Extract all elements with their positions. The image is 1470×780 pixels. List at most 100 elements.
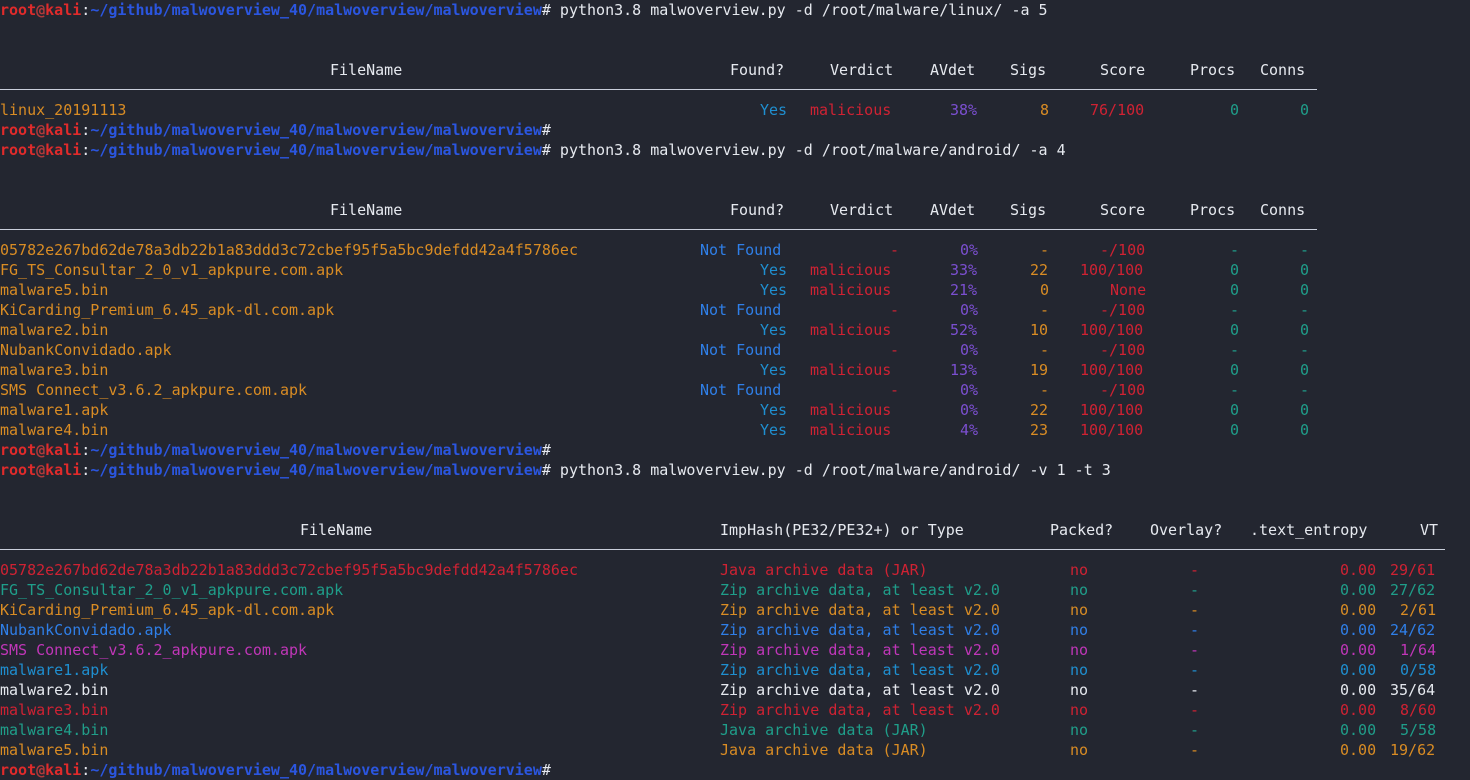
- prompt-path: ~/github/malwoverview_40/malwoverview/ma…: [90, 141, 542, 159]
- table1-header-row: FileName Found? Verdict AVdet Sigs Score Procs…: [0, 60, 1470, 80]
- cell-found: Not Found: [700, 381, 782, 399]
- table3-header-row: FileName ImpHash(PE32/PE32+) or Type Packe…: [0, 520, 1470, 540]
- cell-overlay: -: [1190, 641, 1200, 659]
- cell-avdet: 0%: [960, 381, 979, 399]
- cell-overlay: -: [1190, 581, 1200, 599]
- cell-overlay: -: [1190, 621, 1200, 639]
- command-text[interactable]: python3.8 malwoverview.py -d /root/malwa…: [551, 1, 1048, 19]
- table3-row: malware3.bin Zip archive data, at least v…: [0, 700, 1470, 720]
- cell-entropy: 0.00: [1340, 681, 1377, 699]
- cell-filename: linux_20191113: [0, 101, 127, 119]
- cell-filename: KiCarding_Premium_6.45_apk-dl.com.apk: [0, 301, 335, 319]
- table2-row: FG_TS_Consultar_2_0_v1_apkpure.com.apk Ye…: [0, 260, 1470, 280]
- cell-imphash: Zip archive data, at least v2.0: [720, 701, 1000, 719]
- command-text[interactable]: python3.8 malwoverview.py -d /root/malwa…: [551, 141, 1066, 159]
- table1-row: linux_20191113 Yes malicious 38% 8 76/100 0 0: [0, 100, 1470, 120]
- cell-avdet: 13%: [950, 361, 978, 379]
- header-found: Found?: [730, 201, 785, 219]
- cell-avdet: 0%: [960, 401, 979, 419]
- header-procs: Procs: [1190, 201, 1236, 219]
- prompt-colon: :: [81, 1, 91, 19]
- cell-verdict: malicious: [810, 421, 892, 439]
- header-filename: FileName: [330, 61, 403, 79]
- prompt-path: ~/github/malwoverview_40/malwoverview/ma…: [90, 121, 542, 139]
- cell-filename: malware1.apk: [0, 401, 109, 419]
- cell-imphash: Zip archive data, at least v2.0: [720, 681, 1000, 699]
- cell-found: Yes: [760, 281, 788, 299]
- cell-procs: 0: [1230, 361, 1240, 379]
- prompt-at-icon: @: [36, 121, 46, 139]
- header-filename: FileName: [330, 201, 403, 219]
- table3-separator: [0, 540, 1470, 560]
- prompt-host: kali: [45, 141, 82, 159]
- cell-procs: 0: [1230, 261, 1240, 279]
- cell-found: Yes: [760, 261, 788, 279]
- cell-conns: 0: [1300, 421, 1310, 439]
- cell-found: Yes: [760, 421, 788, 439]
- table3-row: malware2.bin Zip archive data, at least v…: [0, 680, 1470, 700]
- prompt-hash: #: [541, 761, 551, 779]
- cell-sigs: -: [1040, 341, 1050, 359]
- cell-entropy: 0.00: [1340, 641, 1377, 659]
- cell-imphash: Java archive data (JAR): [720, 561, 928, 579]
- prompt-line-idle-2: root@kali:~/github/malwoverview_40/malwo…: [0, 440, 1470, 460]
- cell-conns: -: [1300, 301, 1310, 319]
- cell-imphash: Zip archive data, at least v2.0: [720, 641, 1000, 659]
- terminal-window[interactable]: root@kali:~/github/malwoverview_40/malwo…: [0, 0, 1470, 779]
- cell-avdet: 33%: [950, 261, 978, 279]
- cell-packed: no: [1070, 681, 1089, 699]
- table2-row: malware5.bin Yes malicious 21% 0 None 0 0: [0, 280, 1470, 300]
- cell-procs: 0: [1230, 401, 1240, 419]
- prompt-path: ~/github/malwoverview_40/malwoverview/ma…: [90, 761, 542, 779]
- prompt-user: root: [0, 441, 37, 459]
- cell-overlay: -: [1190, 701, 1200, 719]
- cell-filename: 05782e267bd62de78a3db22b1a83ddd3c72cbef9…: [0, 241, 578, 259]
- cell-packed: no: [1070, 601, 1089, 619]
- table3-row: NubankConvidado.apk Zip archive data, at …: [0, 620, 1470, 640]
- table3-row: SMS Connect_v3.6.2_apkpure.com.apk Zip ar…: [0, 640, 1470, 660]
- cell-filename: malware4.bin: [0, 721, 109, 739]
- cell-vt: 29/61: [1390, 561, 1436, 579]
- cell-entropy: 0.00: [1340, 561, 1377, 579]
- cell-overlay: -: [1190, 721, 1200, 739]
- prompt-colon: :: [81, 461, 91, 479]
- separator-rule: [0, 549, 1445, 550]
- cell-found: Yes: [760, 401, 788, 419]
- cell-imphash: Zip archive data, at least v2.0: [720, 601, 1000, 619]
- cell-score: None: [1110, 281, 1147, 299]
- cell-found: Not Found: [700, 341, 782, 359]
- cell-vt: 8/60: [1400, 701, 1437, 719]
- cell-procs: -: [1230, 341, 1240, 359]
- cell-procs: -: [1230, 241, 1240, 259]
- cell-imphash: Java archive data (JAR): [720, 741, 928, 759]
- command-text[interactable]: python3.8 malwoverview.py -d /root/malwa…: [551, 461, 1111, 479]
- cell-verdict: malicious: [810, 321, 892, 339]
- cell-conns: 0: [1300, 101, 1310, 119]
- cell-found: Not Found: [700, 301, 782, 319]
- cell-overlay: -: [1190, 681, 1200, 699]
- cell-packed: no: [1070, 661, 1089, 679]
- prompt-hash: #: [541, 141, 551, 159]
- cell-conns: -: [1300, 341, 1310, 359]
- cell-avdet: 0%: [960, 341, 979, 359]
- cell-filename: malware5.bin: [0, 741, 109, 759]
- cell-vt: 19/62: [1390, 741, 1436, 759]
- cell-procs: 0: [1230, 281, 1240, 299]
- cell-procs: -: [1230, 381, 1240, 399]
- cell-score: 100/100: [1080, 401, 1144, 419]
- cell-vt: 5/58: [1400, 721, 1437, 739]
- prompt-at-icon: @: [36, 141, 46, 159]
- cell-conns: 0: [1300, 281, 1310, 299]
- prompt-hash: #: [541, 461, 551, 479]
- cell-filename: NubankConvidado.apk: [0, 621, 172, 639]
- cell-avdet: 21%: [950, 281, 978, 299]
- cell-imphash: Zip archive data, at least v2.0: [720, 661, 1000, 679]
- prompt-line-idle: root@kali:~/github/malwoverview_40/malwo…: [0, 120, 1470, 140]
- prompt-user: root: [0, 1, 37, 19]
- cell-score: -/100: [1100, 341, 1146, 359]
- cell-sigs: 19: [1030, 361, 1049, 379]
- table3-row: malware4.bin Java archive data (JAR) no - 0.…: [0, 720, 1470, 740]
